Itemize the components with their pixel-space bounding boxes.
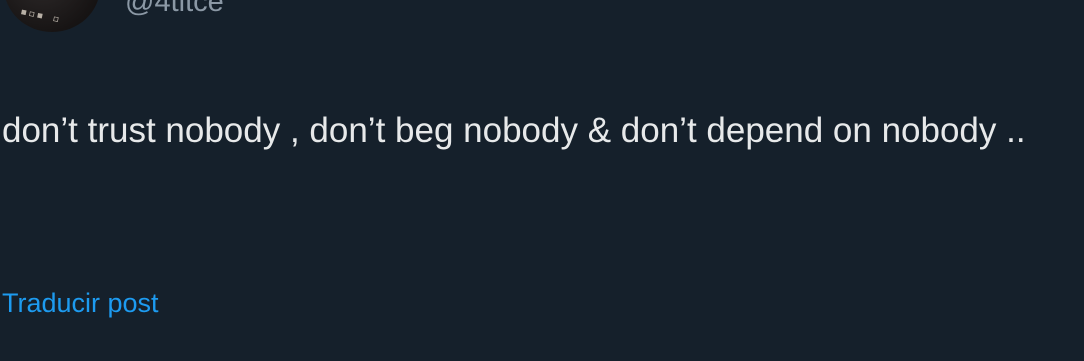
- author-handle[interactable]: @4tltce: [125, 0, 224, 18]
- avatar-decoration-icon: ▪▫▪ ▫: [18, 3, 63, 27]
- post-view: ▪▫▪ ▫ @4tltce don’t trust nobody , don’t…: [0, 0, 1084, 361]
- avatar[interactable]: ▪▫▪ ▫: [4, 0, 100, 32]
- translate-post-link[interactable]: Traducir post: [2, 286, 159, 320]
- post-text: don’t trust nobody , don’t beg nobody & …: [2, 111, 1026, 150]
